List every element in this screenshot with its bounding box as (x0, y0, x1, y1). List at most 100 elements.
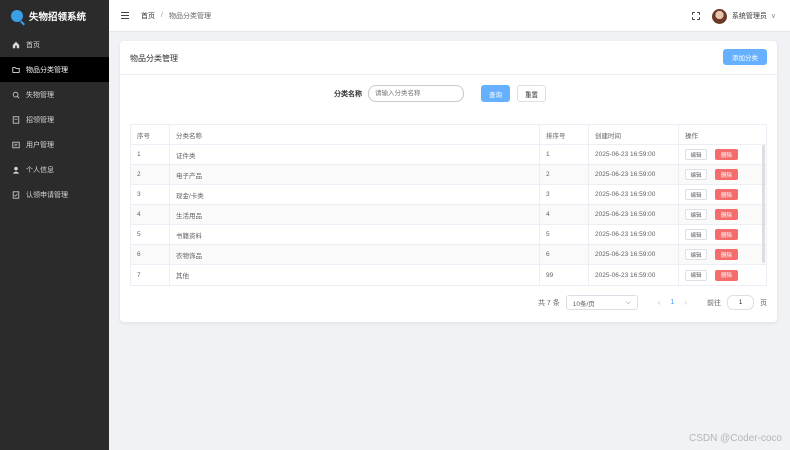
breadcrumb-home[interactable]: 首页 (141, 11, 155, 21)
document-icon (12, 115, 20, 124)
sidebar-item-label: 失物管理 (26, 91, 54, 99)
row-actions: 编辑 删除 (679, 205, 766, 224)
page-size-select[interactable]: 10条/页 ⌵ (565, 295, 638, 310)
table-row: 4 生活用品 4 2025-06-23 16:59:00 编辑 删除 (131, 205, 766, 225)
chevron-down-icon: ⌵ (625, 298, 631, 306)
search-icon (12, 91, 20, 99)
delete-button[interactable]: 删除 (715, 249, 738, 260)
table-cell: 6 (540, 245, 589, 264)
search-label: 分类名称 (334, 90, 362, 98)
sidebar-item-1[interactable]: 物品分类管理 (0, 57, 109, 82)
app-brand: 失物招领系统 (0, 0, 109, 32)
table-row: 6 衣物饰品 6 2025-06-23 16:59:00 编辑 删除 (131, 245, 766, 265)
user-icon (12, 166, 20, 174)
goto-page-input[interactable]: 1 (727, 295, 754, 310)
table-cell: 2025-06-23 16:59:00 (589, 165, 679, 184)
table-cell: 6 (131, 245, 170, 264)
page-title: 物品分类管理 (130, 54, 178, 63)
chevron-down-icon[interactable]: ∨ (771, 12, 776, 20)
fullscreen-icon[interactable] (691, 12, 700, 20)
delete-button[interactable]: 删除 (715, 229, 738, 240)
delete-button[interactable]: 删除 (715, 209, 738, 220)
page-suffix: 页 (760, 299, 767, 307)
sidebar-item-6[interactable]: 认领申请管理 (0, 182, 109, 207)
row-actions: 编辑 删除 (679, 145, 766, 164)
breadcrumb-separator: / (161, 12, 163, 19)
category-table: 序号 分类名称 排序号 创建时间 操作 1 证件类 1 2025-06-23 16:59:00… (130, 124, 767, 286)
watermark: CSDN @Coder-coco (689, 433, 782, 444)
query-button[interactable]: 查询 (481, 85, 510, 102)
table-cell: 2 (540, 165, 589, 184)
goto-label: 前往 (707, 299, 721, 307)
column-header: 操作 (685, 132, 698, 140)
sidebar-item-label: 个人信息 (26, 166, 54, 174)
sidebar-item-5[interactable]: 个人信息 (0, 157, 109, 182)
username[interactable]: 系统管理员 (732, 11, 767, 21)
table-cell: 书籍资料 (170, 225, 540, 244)
delete-button[interactable]: 删除 (715, 169, 738, 180)
sidebar-menu: 首页物品分类管理失物管理招领管理 用户管理个人信息认领申请管理 (0, 32, 109, 207)
sidebar-item-label: 首页 (26, 41, 40, 49)
delete-button[interactable]: 删除 (715, 269, 738, 281)
category-card: 物品分类管理 添加分类 分类名称 查询 重置 序号分类名称排序号创建时间操作 1… (120, 41, 777, 322)
table-cell: 2025-06-23 16:59:00 (589, 205, 679, 224)
category-name-input[interactable] (368, 85, 464, 102)
table-cell: 2 (131, 165, 170, 184)
table-cell: 2025-06-23 16:59:00 (589, 185, 679, 204)
table-cell: 现金/卡类 (170, 185, 540, 204)
prev-page-button[interactable]: ‹ (658, 298, 661, 307)
edit-button[interactable]: 编辑 (685, 249, 707, 260)
edit-button[interactable]: 编辑 (685, 169, 707, 180)
table-cell: 2025-06-23 16:59:00 (589, 225, 679, 244)
next-page-button[interactable]: › (684, 298, 687, 307)
users-icon (12, 141, 20, 149)
table-cell: 5 (131, 225, 170, 244)
table-cell: 4 (540, 205, 589, 224)
row-actions: 编辑 删除 (679, 185, 766, 204)
table-cell: 5 (540, 225, 589, 244)
table-cell: 4 (131, 205, 170, 224)
divider (120, 74, 777, 75)
sidebar: 失物招领系统 首页物品分类管理失物管理招领管理 用户管理个人信息认领申请管理 (0, 0, 109, 450)
menu-toggle-icon[interactable] (121, 12, 129, 19)
breadcrumb: 首页 / 物品分类管理 (141, 11, 211, 21)
table-cell: 2025-06-23 16:59:00 (589, 245, 679, 264)
home-icon (12, 41, 20, 49)
row-actions: 编辑 删除 (679, 165, 766, 184)
sidebar-item-3[interactable]: 招领管理 (0, 107, 109, 132)
folder-icon (12, 66, 20, 74)
delete-button[interactable]: 删除 (715, 149, 738, 160)
table-row: 7 其他 99 2025-06-23 16:59:00 编辑 删除 (131, 265, 766, 285)
edit-button[interactable]: 编辑 (685, 149, 707, 160)
column-header: 排序号 (540, 125, 589, 144)
table-scrollbar[interactable] (762, 145, 765, 263)
edit-button[interactable]: 编辑 (685, 229, 707, 240)
table-body: 1 证件类 1 2025-06-23 16:59:00 编辑 删除 2 电子产品 2 2025-0… (131, 145, 766, 285)
row-actions: 编辑 删除 (679, 265, 766, 285)
delete-button[interactable]: 删除 (715, 189, 738, 200)
search-logo-icon (11, 10, 23, 22)
search-form: 分类名称 查询 重置 (334, 85, 546, 102)
edit-button[interactable]: 编辑 (685, 189, 707, 200)
table-cell: 证件类 (170, 145, 540, 164)
sidebar-item-2[interactable]: 失物管理 (0, 82, 109, 107)
row-actions: 编辑 删除 (679, 245, 766, 264)
form-icon (12, 190, 20, 199)
pagination: 共 7 条 10条/页 ⌵ ‹ 1 › 前往 1 页 (538, 295, 767, 310)
avatar[interactable] (711, 8, 727, 24)
table-cell: 2025-06-23 16:59:00 (589, 265, 679, 285)
table-row: 5 书籍资料 5 2025-06-23 16:59:00 编辑 删除 (131, 225, 766, 245)
pagination-total: 共 7 条 (537, 299, 560, 307)
add-category-button[interactable]: 添加分类 (723, 49, 767, 65)
edit-button[interactable]: 编辑 (685, 209, 707, 220)
table-cell: 其他 (170, 265, 540, 285)
user-area: 系统管理员 ∨ (691, 0, 776, 32)
page-number-current[interactable]: 1 (670, 299, 674, 306)
sidebar-item-4[interactable]: 用户管理 (0, 132, 109, 157)
table-header: 序号 分类名称 排序号 创建时间 操作 (131, 125, 766, 145)
reset-button[interactable]: 重置 (517, 85, 546, 102)
edit-button[interactable]: 编辑 (685, 269, 707, 281)
table-cell: 3 (131, 185, 170, 204)
sidebar-item-0[interactable]: 首页 (0, 32, 109, 57)
app-title: 失物招领系统 (29, 12, 87, 23)
